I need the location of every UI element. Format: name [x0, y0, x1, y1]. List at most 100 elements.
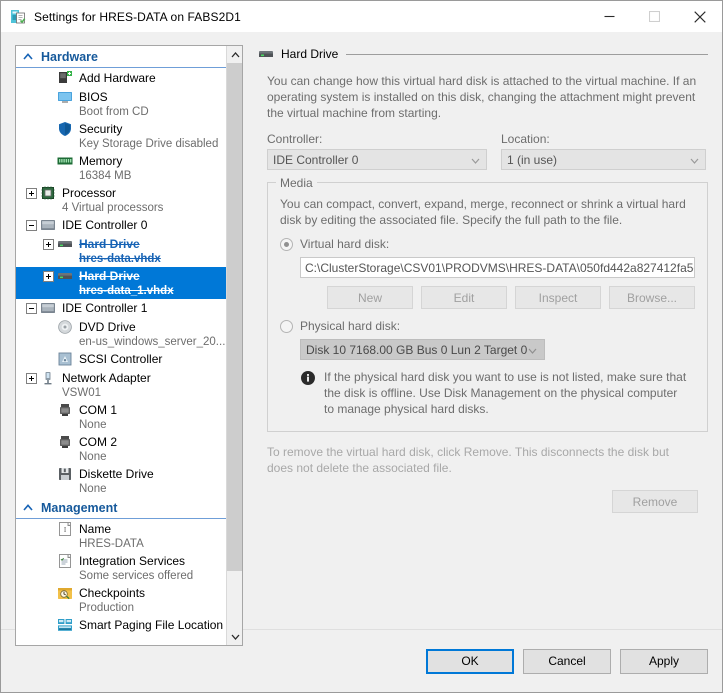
ide-controller-icon	[40, 300, 56, 316]
tree-item-subtitle: None	[79, 418, 117, 433]
location-select[interactable]: 1 (in use)	[501, 149, 706, 170]
tree-item-smart-paging-file-location[interactable]: Smart Paging File Location	[16, 616, 227, 635]
tree-item-subtitle: 16384 MB	[79, 169, 131, 184]
plus-box-icon[interactable]	[43, 239, 54, 250]
tree-item-dvd-drive[interactable]: DVD Driveen-us_windows_server_20...	[16, 318, 227, 350]
expand-icon[interactable]	[23, 370, 40, 384]
tree-item-checkpoints[interactable]: CheckpointsProduction	[16, 584, 227, 616]
tree-scrollbar[interactable]	[226, 46, 242, 645]
apply-button[interactable]: Apply	[620, 649, 708, 674]
chevron-up-icon	[20, 504, 36, 511]
hardware-tree-panel: Hardware Add HardwareBIOSBoot from CDSecu…	[15, 45, 243, 646]
minimize-icon[interactable]	[587, 1, 632, 32]
remove-button[interactable]: Remove	[612, 490, 698, 513]
tree-item-title: COM 1	[79, 402, 117, 418]
tree-group-header-management[interactable]: Management	[16, 497, 227, 519]
tree-item-title: Name	[79, 521, 144, 537]
tree-item-subtitle: 4 Virtual processors	[62, 201, 163, 216]
physical-disk-select[interactable]: Disk 10 7168.00 GB Bus 0 Lun 2 Target 0	[300, 339, 545, 360]
tree-item-title: Processor	[62, 185, 163, 201]
inspect-button[interactable]: Inspect	[515, 286, 601, 309]
tree-item-network-adapter[interactable]: Network AdapterVSW01	[16, 369, 227, 401]
tree-item-memory[interactable]: Memory16384 MB	[16, 152, 227, 184]
minus-box-icon[interactable]	[26, 220, 37, 231]
tree-item-security[interactable]: SecurityKey Storage Drive disabled	[16, 120, 227, 152]
tree-item-name[interactable]: INameHRES-DATA	[16, 520, 227, 552]
tree-item-title: Integration Services	[79, 553, 193, 569]
tree-item-com-1[interactable]: COM 1None	[16, 401, 227, 433]
bios-icon	[57, 89, 73, 105]
tree-item-bios[interactable]: BIOSBoot from CD	[16, 88, 227, 120]
collapse-icon[interactable]	[23, 300, 40, 314]
processor-icon	[40, 185, 56, 201]
smart-paging-icon	[57, 617, 73, 633]
hard-drive-icon	[57, 236, 73, 252]
media-groupbox-title: Media	[276, 176, 317, 190]
tree-item-ide-controller-0[interactable]: IDE Controller 0	[16, 216, 227, 235]
scroll-down-icon[interactable]	[227, 628, 243, 645]
tree-item-add-hardware[interactable]: Add Hardware	[16, 69, 227, 88]
tree-item-subtitle: HRES-DATA	[79, 537, 144, 552]
plus-box-icon[interactable]	[26, 373, 37, 384]
tree-item-hard-drive[interactable]: Hard Drivehres-data_1.vhdx	[16, 267, 227, 299]
network-adapter-icon	[40, 370, 56, 386]
tree-group-label: Hardware	[41, 50, 98, 64]
tree-item-title: Memory	[79, 153, 131, 169]
new-button[interactable]: New	[327, 286, 413, 309]
diskette-drive-icon	[57, 466, 73, 482]
plus-box-icon[interactable]	[43, 271, 54, 282]
expand-icon[interactable]	[40, 236, 57, 250]
hard-drive-icon	[258, 46, 274, 62]
plus-box-icon[interactable]	[26, 188, 37, 199]
controller-location-row: Controller: IDE Controller 0 Location: 1…	[258, 132, 708, 170]
browse-button[interactable]: Browse...	[609, 286, 695, 309]
tree-item-integration-services[interactable]: Integration ServicesSome services offere…	[16, 552, 227, 584]
tree-item-title: COM 2	[79, 434, 117, 450]
minus-box-icon[interactable]	[26, 303, 37, 314]
tree-item-title: Security	[79, 121, 218, 137]
tree-item-title: SCSI Controller	[79, 351, 162, 367]
title-bar: Settings for HRES-DATA on FABS2D1	[1, 1, 722, 32]
tree-item-com-2[interactable]: COM 2None	[16, 433, 227, 465]
tree-item-processor[interactable]: Processor4 Virtual processors	[16, 184, 227, 216]
physical-hard-disk-radio[interactable]	[280, 320, 293, 333]
scrollbar-thumb[interactable]	[227, 63, 243, 571]
tree-item-diskette-drive[interactable]: Diskette DriveNone	[16, 465, 227, 497]
expand-icon[interactable]	[23, 185, 40, 199]
integration-services-icon	[57, 553, 73, 569]
tree-item-subtitle: Boot from CD	[79, 105, 149, 120]
tree-item-subtitle: en-us_windows_server_20...	[79, 335, 225, 350]
tree-item-title: IDE Controller 0	[62, 217, 147, 233]
virtual-hard-disk-radio[interactable]	[280, 238, 293, 251]
dialog-body: Hardware Add HardwareBIOSBoot from CDSecu…	[1, 32, 722, 629]
maximize-icon[interactable]	[632, 1, 677, 32]
scroll-up-icon[interactable]	[227, 46, 243, 63]
controller-select[interactable]: IDE Controller 0	[267, 149, 487, 170]
scsi-controller-icon	[57, 351, 73, 367]
edit-button[interactable]: Edit	[421, 286, 507, 309]
controller-label: Controller:	[267, 132, 487, 146]
chevron-up-icon	[20, 53, 36, 60]
cancel-button[interactable]: Cancel	[523, 649, 611, 674]
window-controls	[587, 1, 722, 32]
expand-icon[interactable]	[40, 268, 57, 282]
virtual-hard-disk-radio-row[interactable]: Virtual hard disk:	[280, 237, 695, 251]
chevron-down-icon	[690, 153, 699, 167]
vm-settings-icon	[10, 9, 26, 25]
tree-item-title: Diskette Drive	[79, 466, 154, 482]
physical-disk-value: Disk 10 7168.00 GB Bus 0 Lun 2 Target 0	[306, 343, 527, 357]
ok-button[interactable]: OK	[426, 649, 514, 674]
dvd-drive-icon	[57, 319, 73, 335]
collapse-icon[interactable]	[23, 217, 40, 231]
tree-item-subtitle: Key Storage Drive disabled	[79, 137, 218, 152]
virtual-hard-disk-path-input[interactable]: C:\ClusterStorage\CSV01\PRODVMS\HRES-DAT…	[300, 257, 695, 278]
header-rule	[346, 54, 708, 55]
tree-group-header-hardware[interactable]: Hardware	[16, 46, 227, 68]
tree-item-hard-drive[interactable]: Hard Drivehres-data.vhdx	[16, 235, 227, 267]
tree-item-ide-controller-1[interactable]: IDE Controller 1	[16, 299, 227, 318]
settings-dialog-window: Settings for HRES-DATA on FABS2D1 Hardwa…	[0, 0, 723, 693]
tree-item-scsi-controller[interactable]: SCSI Controller	[16, 350, 227, 369]
close-icon[interactable]	[677, 1, 722, 32]
checkpoints-icon	[57, 585, 73, 601]
physical-hard-disk-radio-row[interactable]: Physical hard disk:	[280, 319, 695, 333]
